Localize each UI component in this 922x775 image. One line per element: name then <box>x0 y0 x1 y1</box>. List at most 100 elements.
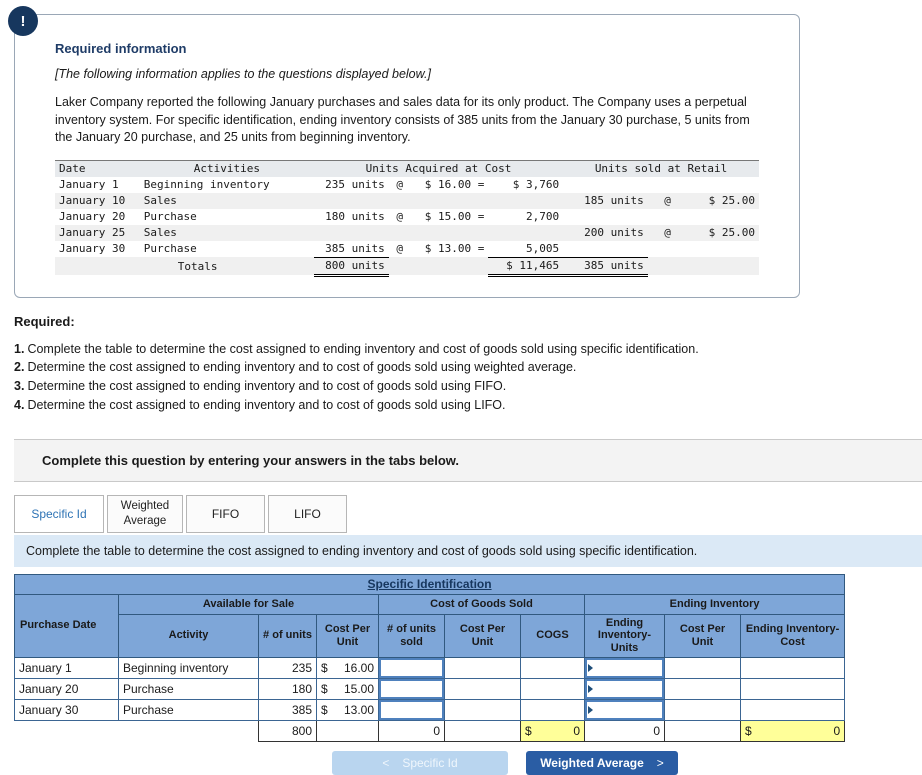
dollar-sign: $ <box>745 724 752 739</box>
required-item: 1. Complete the table to determine the co… <box>14 341 922 359</box>
empty-cell <box>520 657 585 680</box>
tab-weighted-average[interactable]: Weighted Average <box>107 494 183 533</box>
empty-cell <box>388 257 411 275</box>
inventory-cell <box>687 177 759 193</box>
ending-units-input[interactable] <box>585 700 664 720</box>
activity-cell: Beginning inventory <box>118 657 259 680</box>
empty-cell <box>664 699 741 722</box>
units-cell: 385 <box>258 699 317 722</box>
required-item-number: 1. <box>14 341 25 356</box>
ending-units-input[interactable] <box>585 679 664 699</box>
inventory-cell: @ <box>396 242 403 256</box>
cell-marker-icon <box>588 706 593 715</box>
empty-cell <box>15 721 119 742</box>
header-units-sold: # of units sold <box>378 613 445 659</box>
units-sold-input[interactable] <box>379 700 444 720</box>
units-sold-input[interactable] <box>379 658 444 678</box>
cost-value: 15.00 <box>343 682 374 697</box>
spec-table-row: January 1 Beginning inventory 235 $16.00 <box>14 657 846 680</box>
tab-label: FIFO <box>211 506 240 521</box>
tab-lifo[interactable]: LIFO <box>268 494 347 533</box>
required-information-box: ! Required information [The following in… <box>8 6 800 298</box>
units-cell: 180 <box>258 678 317 701</box>
alert-icon: ! <box>8 6 38 36</box>
inventory-cell: January 20 <box>59 210 126 223</box>
total-units-sold-cell: 0 <box>378 720 445 743</box>
empty-cell <box>520 678 585 701</box>
inventory-cell <box>488 224 564 241</box>
inventory-cell <box>410 224 489 241</box>
inventory-cell <box>410 192 489 209</box>
header-cost-per-unit: Cost Per Unit <box>444 613 521 659</box>
prev-tab-button[interactable]: < Specific Id <box>332 751 508 775</box>
inventory-cell: @ <box>647 192 688 209</box>
spec-table-title: Specific Identification <box>367 577 492 591</box>
inventory-cell: 180 units <box>325 210 385 223</box>
inventory-cell <box>648 177 688 193</box>
ending-cost-total-value: 0 <box>833 724 841 739</box>
header-ending-inventory: Ending Inventory <box>583 593 846 615</box>
next-tab-button[interactable]: Weighted Average > <box>526 751 678 775</box>
inventory-cell: @ <box>396 178 403 191</box>
inventory-cell <box>648 209 688 225</box>
answer-tabs: Specific Id Weighted Average FIFO LIFO <box>14 494 922 533</box>
inventory-cell: @ <box>647 224 688 241</box>
inventory-cell <box>648 241 688 258</box>
inventory-row: January 25 Sales 200 units @ $ 25.00 <box>55 224 759 241</box>
tab-fifo[interactable]: FIFO <box>186 494 265 533</box>
inventory-row: January 1 Beginning inventory 235 units … <box>55 177 759 193</box>
inventory-totals-row: Totals 800 units $ 11,465 385 units <box>55 256 759 277</box>
inventory-cell: 385 units <box>325 242 385 255</box>
ending-units-input[interactable] <box>585 658 664 678</box>
inventory-cell: Sales <box>139 192 314 209</box>
units-sold-input[interactable] <box>379 679 444 699</box>
purchase-date-cell: January 30 <box>14 699 119 722</box>
required-item-number: 3. <box>14 379 25 393</box>
spec-table-total-row: 800 0 $0 0 $0 <box>15 720 846 743</box>
units-sold-input-cell <box>378 657 445 680</box>
header-cost-per-unit: Cost Per Unit <box>664 613 741 659</box>
header-available-for-sale: Available for Sale <box>118 593 379 615</box>
required-item-text: Determine the cost assigned to ending in… <box>27 379 507 393</box>
spec-table-column-header: Activity # of units Cost Per Unit # of u… <box>15 613 846 659</box>
inventory-cell: 385 units <box>563 256 648 277</box>
inventory-cell: Purchase <box>143 210 197 223</box>
activity-cell: Purchase <box>118 699 259 722</box>
inventory-cell: January 30 <box>59 242 126 256</box>
inventory-cell: Purchase <box>143 242 197 256</box>
cost-value: 13.00 <box>343 703 374 718</box>
purchase-date-cell: January 1 <box>14 657 119 680</box>
purchase-date-cell: January 20 <box>14 678 119 701</box>
dollar-sign: $ <box>321 703 328 718</box>
header-units: # of units <box>258 613 317 659</box>
empty-cell <box>647 257 688 275</box>
inventory-cell: $ 25.00 <box>687 224 759 241</box>
inventory-cell: Sales <box>139 224 314 241</box>
empty-cell <box>410 257 489 275</box>
inventory-cell: $ 25.00 <box>687 192 759 209</box>
inventory-cell <box>488 192 564 209</box>
required-item-number: 4. <box>14 397 25 412</box>
empty-cell <box>444 678 521 701</box>
complete-question-banner: Complete this question by entering your … <box>14 438 922 482</box>
required-item: 3. Determine the cost assigned to ending … <box>14 378 922 396</box>
inventory-row: January 10 Sales 185 units @ $ 25.00 <box>55 192 759 209</box>
cost-per-unit-cell: $15.00 <box>316 678 379 701</box>
empty-cell <box>687 257 759 275</box>
tab-specific-id[interactable]: Specific Id <box>14 494 104 533</box>
inventory-cell <box>388 192 411 209</box>
inventory-table-header: Date Activities Units Acquired at Cost U… <box>55 159 759 177</box>
required-heading: Required: <box>14 313 75 329</box>
chevron-right-icon: > <box>656 756 664 771</box>
inventory-cell <box>687 241 759 258</box>
tab-label: Weighted Average <box>120 500 170 527</box>
empty-cell <box>316 720 379 743</box>
specific-identification-table: Specific Identification Purchase Date Av… <box>13 573 846 743</box>
inventory-cell <box>687 209 759 225</box>
empty-cell <box>739 678 846 701</box>
header-activity: Activity <box>118 613 259 659</box>
required-item: 2. Determine the cost assigned to ending … <box>14 359 922 377</box>
empty-cell <box>739 657 846 680</box>
inventory-row: January 30 Purchase 385 units @ $ 13.00 … <box>55 241 759 258</box>
activity-cell: Purchase <box>118 678 259 701</box>
